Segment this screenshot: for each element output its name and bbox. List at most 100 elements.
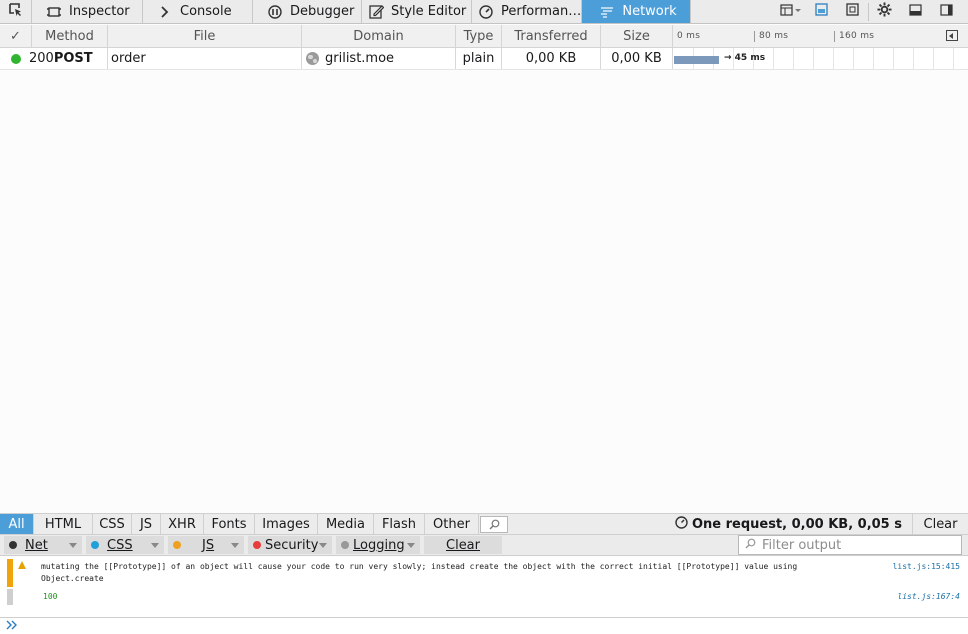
chevron-down-icon[interactable] (151, 543, 159, 548)
clear-console-label: Clear (446, 537, 480, 553)
filter-css[interactable]: CSS (93, 514, 132, 534)
console-message-source-link[interactable]: list.js:15:415 (893, 561, 960, 573)
column-size[interactable]: Size (601, 25, 673, 47)
tab-network[interactable]: Network (582, 0, 691, 23)
tab-debugger[interactable]: Debugger (253, 0, 362, 23)
toggle-sidebar-icon[interactable] (946, 30, 958, 41)
filter-xhr[interactable]: XHR (161, 514, 204, 534)
console-message-text: mutating the [[Prototype]] of an object … (41, 562, 798, 583)
waterfall-gridline (893, 48, 894, 69)
request-row[interactable]: 200 POST order grilist.moe plain 0,00 KB… (0, 48, 968, 70)
request-status-method-cell: 200 POST (0, 48, 108, 69)
clear-requests-button[interactable]: Clear (913, 514, 968, 534)
tab-inspector-label: Inspector (69, 4, 130, 19)
dock-side-icon (940, 3, 953, 20)
element-picker-button[interactable] (0, 0, 32, 23)
security-dot-icon (253, 541, 261, 549)
request-domain: grilist.moe (325, 51, 395, 66)
filter-output-input[interactable]: Filter output (738, 535, 962, 555)
filter-other[interactable]: Other (425, 514, 479, 534)
console-input[interactable] (0, 617, 968, 634)
responsive-mode-button[interactable] (806, 0, 837, 24)
logging-dot-icon (341, 541, 349, 549)
request-summary[interactable]: One request, 0,00 KB, 0,05 s (675, 514, 913, 534)
column-method[interactable]: Method (32, 25, 108, 47)
network-icon (599, 4, 615, 20)
waterfall-gridline (953, 48, 954, 69)
waterfall-tick: 0 ms (677, 31, 701, 41)
filter-flash[interactable]: Flash (374, 514, 425, 534)
waterfall-gridline (793, 48, 794, 69)
timing-label: → 45 ms (724, 53, 766, 63)
request-status-code: 200 (29, 51, 54, 66)
console-message-log: 100 list.js:167:4 (0, 587, 968, 609)
request-size: 0,00 KB (601, 48, 673, 69)
toolbar-right-controls (776, 0, 968, 23)
filter-output-placeholder: Filter output (762, 537, 842, 553)
column-domain[interactable]: Domain (302, 25, 456, 47)
chevron-down-icon[interactable] (319, 543, 327, 548)
clear-console-button[interactable]: Clear (424, 536, 502, 554)
request-method: POST (53, 51, 93, 66)
tab-debugger-label: Debugger (290, 4, 355, 19)
chevron-down-icon[interactable] (231, 543, 239, 548)
console-filter-logging[interactable]: Logging (336, 536, 420, 554)
console-filter-label: Security (265, 537, 319, 553)
console-output: mutating the [[Prototype]] of an object … (0, 557, 968, 617)
console-filter-label: CSS (107, 537, 133, 553)
settings-button[interactable] (869, 0, 900, 24)
console-filter-security[interactable]: Security (248, 536, 332, 554)
scratchpad-button[interactable] (837, 0, 868, 24)
console-filter-net[interactable]: Net (4, 536, 82, 554)
waterfall-gridline (873, 48, 874, 69)
tab-inspector[interactable]: Inspector (32, 0, 143, 23)
log-marker (7, 589, 13, 605)
console-message-source-link[interactable]: list.js:167:4 (897, 591, 960, 603)
warning-icon (18, 561, 26, 569)
filter-html[interactable]: HTML (34, 514, 93, 534)
filter-all[interactable]: All (0, 514, 34, 534)
style-editor-icon (368, 4, 384, 20)
waterfall-gridline (853, 48, 854, 69)
request-domain-cell: grilist.moe (302, 48, 456, 69)
request-summary-text: One request, 0,00 KB, 0,05 s (691, 516, 902, 532)
dock-side-button[interactable] (931, 0, 962, 24)
request-waterfall: → 45 ms (673, 48, 968, 69)
debugger-icon (267, 4, 283, 20)
gear-icon (877, 2, 892, 21)
console-filter-label: JS (202, 537, 215, 553)
split-console-button[interactable] (776, 0, 806, 24)
inspector-icon (46, 4, 62, 20)
console-icon (157, 4, 173, 20)
filter-js[interactable]: JS (132, 514, 161, 534)
tab-network-label: Network (622, 4, 677, 19)
chevron-down-icon[interactable] (69, 543, 77, 548)
waterfall-gridline (813, 48, 814, 69)
dock-bottom-button[interactable] (900, 0, 931, 24)
waterfall-tick: 80 ms (754, 31, 788, 42)
column-type[interactable]: Type (456, 25, 502, 47)
globe-icon (306, 52, 319, 65)
filter-fonts[interactable]: Fonts (204, 514, 255, 534)
column-file[interactable]: File (108, 25, 302, 47)
tab-performance[interactable]: Performan… (472, 0, 582, 23)
column-status[interactable]: ✓ (0, 25, 32, 47)
chevron-down-icon[interactable] (407, 543, 415, 548)
tab-style-editor[interactable]: Style Editor (362, 0, 472, 23)
console-message-text: 100 (43, 592, 58, 601)
filter-media[interactable]: Media (318, 514, 374, 534)
column-waterfall[interactable]: 0 ms 80 ms 160 ms (673, 25, 968, 47)
column-transferred[interactable]: Transferred (502, 25, 601, 47)
console-filter-css[interactable]: CSS (86, 536, 164, 554)
waterfall-gridline (773, 48, 774, 69)
tab-console[interactable]: Console (143, 0, 253, 23)
warning-marker (7, 559, 13, 587)
request-search-button[interactable] (479, 514, 509, 534)
tab-performance-label: Performan… (501, 4, 582, 19)
filter-images[interactable]: Images (255, 514, 318, 534)
status-dot-icon (11, 53, 21, 64)
console-filter-js[interactable]: JS (168, 536, 244, 554)
timing-bar (674, 56, 719, 64)
prompt-chevron-icon (6, 619, 18, 634)
network-table-header: ✓ Method File Domain Type Transferred Si… (0, 25, 968, 48)
